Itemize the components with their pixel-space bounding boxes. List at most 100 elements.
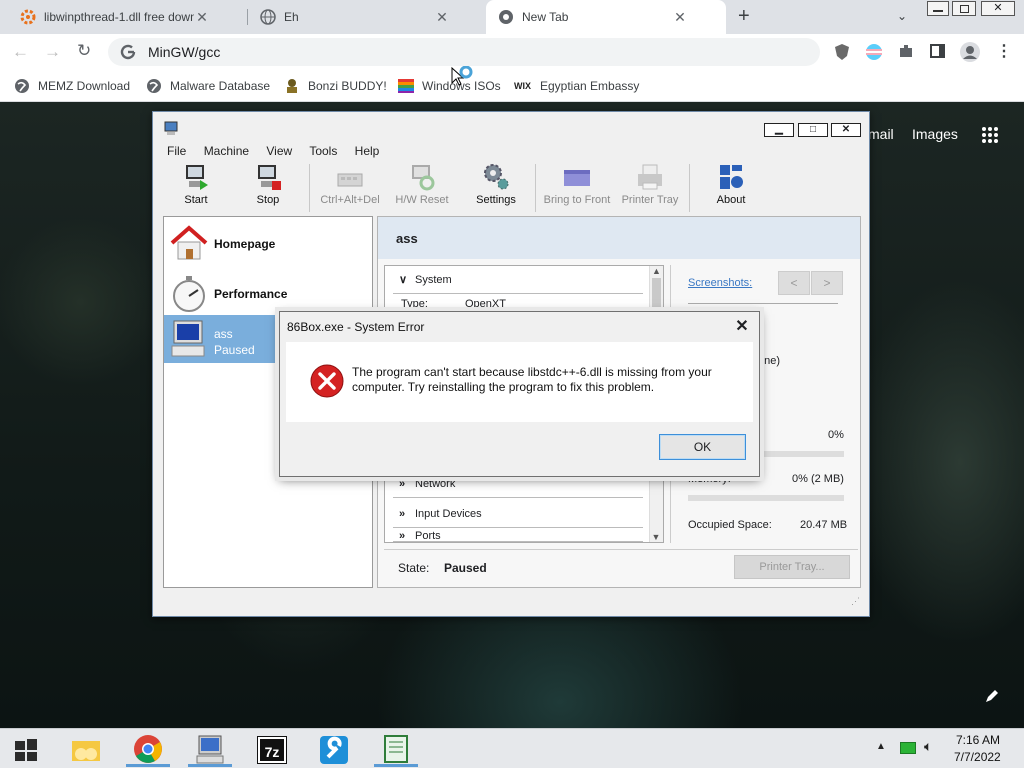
screenshot-next-button[interactable]: > (811, 271, 843, 295)
screenshots-link[interactable]: Screenshots: (688, 277, 752, 289)
ublock-shield-icon[interactable] (834, 43, 850, 61)
chrome-menu-icon[interactable]: ⋮ (996, 41, 1012, 61)
notepad-icon (384, 734, 408, 763)
screenshot-prev-button[interactable]: < (778, 271, 810, 295)
close-tab-icon[interactable]: ✕ (672, 9, 688, 26)
printer-tray-action-button[interactable]: Printer Tray... (734, 555, 850, 579)
memory-value: 0% (2 MB) (792, 473, 844, 485)
tab-libwinpthread[interactable]: libwinpthread-1.dll free downloa ✕ (0, 0, 246, 34)
close-window-button[interactable]: ✕ (981, 1, 1015, 16)
bring-to-front-button[interactable]: Bring to Front (539, 162, 615, 212)
menu-bar: File Machine View Tools Help (167, 144, 393, 158)
close-tab-icon[interactable]: ✕ (194, 9, 210, 26)
section-system[interactable]: ∨ System (393, 266, 643, 294)
list-item-vm-ass[interactable]: ass Paused (164, 315, 278, 363)
taskbar-notepad[interactable] (374, 733, 418, 767)
chrome-icon (498, 9, 514, 25)
tray-overflow-chevron-icon[interactable]: ▲ (876, 741, 886, 752)
memory-usage-bar (688, 495, 844, 501)
bookmark-memz[interactable]: MEMZ Download (14, 72, 130, 100)
bookmark-windows-isos[interactable]: Windows ISOs (398, 72, 501, 100)
printer-tray-button[interactable]: Printer Tray (617, 162, 683, 212)
taskbar-86box[interactable] (188, 733, 232, 767)
ok-button[interactable]: OK (659, 434, 746, 460)
bonzi-icon (284, 78, 300, 94)
bookmark-egyptian-embassy[interactable]: WIX Egyptian Embassy (514, 72, 639, 100)
volume-icon[interactable]: 🔈︎ (924, 738, 932, 755)
busy-cursor-icon (451, 65, 475, 90)
stop-button[interactable]: Stop (233, 162, 303, 212)
profile-avatar-icon[interactable] (959, 41, 981, 63)
mgr-maximize-button[interactable]: □ (798, 123, 828, 137)
about-button[interactable]: About (696, 162, 766, 212)
occupied-space-value: 20.47 MB (800, 519, 848, 531)
side-panel-icon[interactable] (930, 44, 945, 58)
mgr-close-button[interactable]: ✕ (831, 123, 861, 137)
start-menu-button[interactable] (4, 733, 48, 767)
partial-none-text: one) (758, 355, 781, 367)
settings-button[interactable]: Settings (461, 162, 531, 212)
tab-search-chevron-icon[interactable]: ⌄ (897, 9, 907, 23)
mgr-minimize-button[interactable]: ▁ (764, 123, 794, 137)
stop-label: Stop (256, 194, 280, 206)
images-link[interactable]: Images (912, 126, 958, 142)
7zip-icon: 7z (257, 736, 287, 764)
section-input-devices-label: Input Devices (415, 507, 482, 520)
cpu-usage-value: 0% (828, 429, 844, 441)
address-bar[interactable]: MinGW/gcc (108, 38, 820, 66)
dialog-close-button[interactable]: ✕ (733, 318, 751, 336)
network-status-icon[interactable] (900, 742, 916, 754)
bring-to-front-icon (562, 162, 592, 192)
tab-title: libwinpthread-1.dll free downloa (44, 10, 194, 24)
reload-icon[interactable]: ↻ (77, 41, 91, 61)
menu-machine[interactable]: Machine (204, 144, 249, 158)
stop-icon (253, 162, 283, 192)
extensions-puzzle-icon[interactable] (898, 43, 914, 59)
minimize-button[interactable] (927, 1, 949, 16)
restore-button[interactable] (952, 1, 976, 16)
menu-view[interactable]: View (266, 144, 292, 158)
bookmarks-bar: MEMZ Download Malware Database Bonzi BUD… (0, 70, 1024, 102)
bookmark-bonzi[interactable]: Bonzi BUDDY! (284, 72, 387, 100)
clock-time[interactable]: 7:16 AM (956, 733, 1000, 747)
vm-header: ass (378, 217, 860, 259)
dialog-title: 86Box.exe - System Error (287, 320, 425, 334)
back-arrow-icon[interactable]: ← (12, 42, 29, 62)
taskbar-7zip[interactable]: 7z (250, 733, 294, 767)
section-ports-label: Ports (415, 530, 441, 542)
ctrl-alt-del-label: Ctrl+Alt+Del (320, 194, 380, 206)
taskbar-file-explorer[interactable] (64, 733, 108, 767)
menu-file[interactable]: File (167, 144, 186, 158)
ctrl-alt-del-button[interactable]: Ctrl+Alt+Del (315, 162, 385, 212)
address-text[interactable]: MinGW/gcc (148, 44, 220, 60)
taskbar-wrench-tool[interactable] (312, 733, 356, 767)
customize-pencil-icon[interactable] (984, 688, 1000, 704)
resize-grip-icon[interactable]: ⋰ (851, 596, 860, 607)
hw-reset-button[interactable]: H/W Reset (387, 162, 457, 212)
tab-new-tab[interactable]: New Tab ✕ (486, 0, 726, 34)
forward-arrow-icon[interactable]: → (44, 42, 61, 62)
menu-tools[interactable]: Tools (309, 144, 337, 158)
clock-date[interactable]: 7/7/2022 (954, 750, 1001, 764)
section-ports[interactable]: » Ports (393, 530, 643, 542)
extension-flag-icon[interactable] (865, 43, 883, 61)
vm-computer-icon (170, 319, 206, 359)
tab-strip: libwinpthread-1.dll free downloa ✕ Eh ✕ … (0, 0, 1024, 34)
state-label: State: (398, 561, 430, 575)
section-input-devices[interactable]: » Input Devices (393, 500, 643, 528)
new-tab-button[interactable]: + (738, 5, 750, 28)
apps-grid-icon[interactable] (981, 126, 999, 144)
keyboard-icon (335, 162, 365, 192)
list-item-homepage[interactable]: Homepage (164, 219, 372, 267)
close-tab-icon[interactable]: ✕ (434, 9, 450, 26)
start-button[interactable]: Start (161, 162, 231, 212)
list-item-performance[interactable]: Performance (164, 269, 372, 317)
taskbar-chrome[interactable] (126, 733, 170, 767)
taskbar: 7z ▲ 🔈︎ 7:16 AM 7/7/2022 (0, 728, 1024, 768)
menu-help[interactable]: Help (355, 144, 380, 158)
gear-icon (20, 9, 36, 25)
gmail-link[interactable]: mail (868, 126, 894, 142)
tab-eh[interactable]: Eh ✕ (240, 0, 486, 34)
bookmark-malware-db[interactable]: Malware Database (146, 72, 270, 100)
start-label: Start (184, 194, 208, 206)
